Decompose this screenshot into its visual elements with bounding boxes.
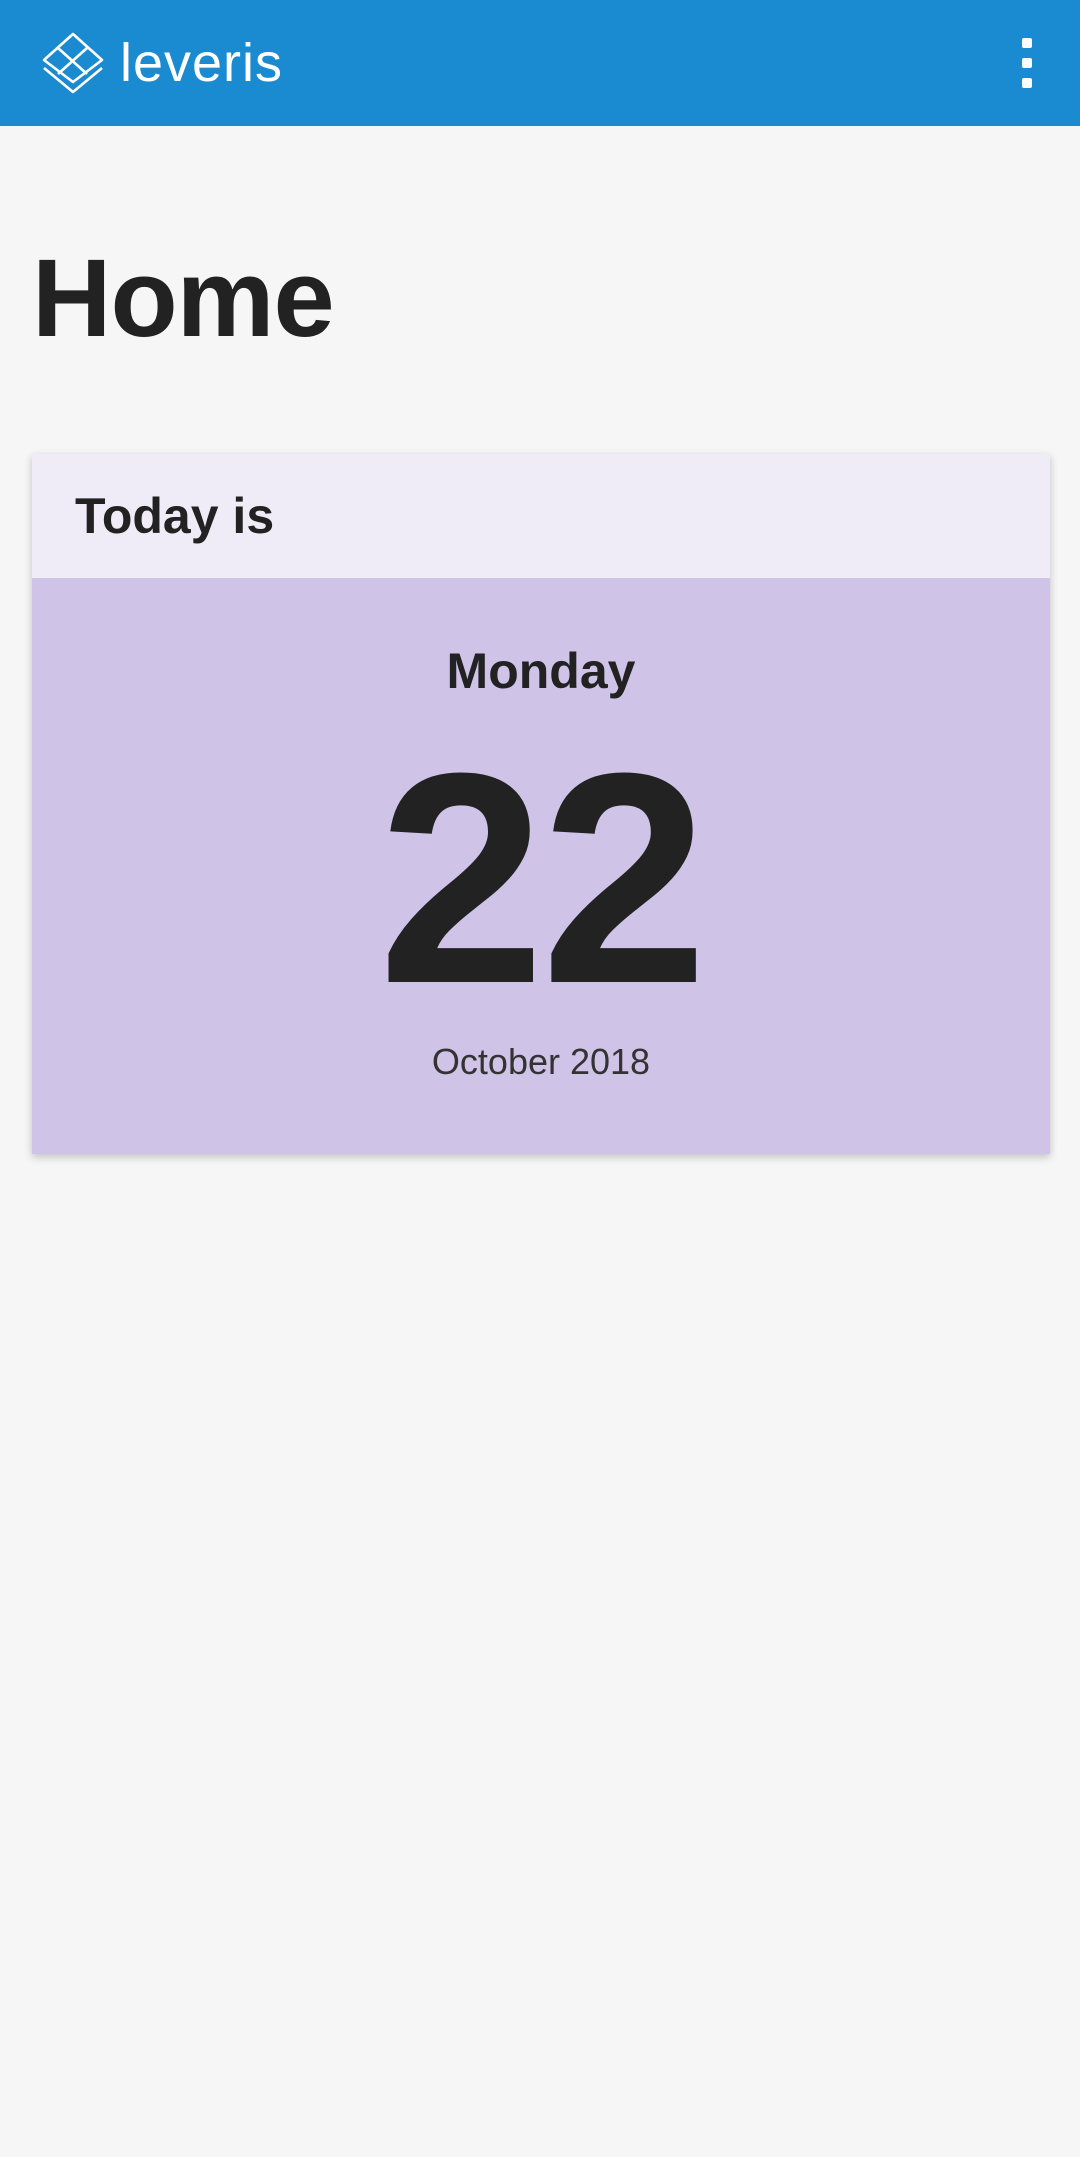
weekday-label: Monday [446,643,636,699]
brand-logo: leveris [40,30,283,96]
more-vert-icon-dot [1022,78,1032,88]
card-header: Today is [32,454,1050,578]
day-number: 22 [378,710,708,1046]
card-header-label: Today is [75,488,275,544]
month-year-label: October 2018 [431,1041,651,1082]
today-date-card: Today is Monday 22 October 2018 [32,454,1050,1154]
leveris-logo-icon [42,32,104,94]
app-bar: leveris [0,0,1080,126]
page-title: Home [32,237,335,360]
card-body: Monday 22 October 2018 [32,578,1050,1154]
more-vert-icon-dot [1022,58,1032,68]
brand-name: leveris [120,33,284,93]
more-vert-icon [1022,38,1032,48]
more-options-button[interactable] [1012,38,1042,88]
